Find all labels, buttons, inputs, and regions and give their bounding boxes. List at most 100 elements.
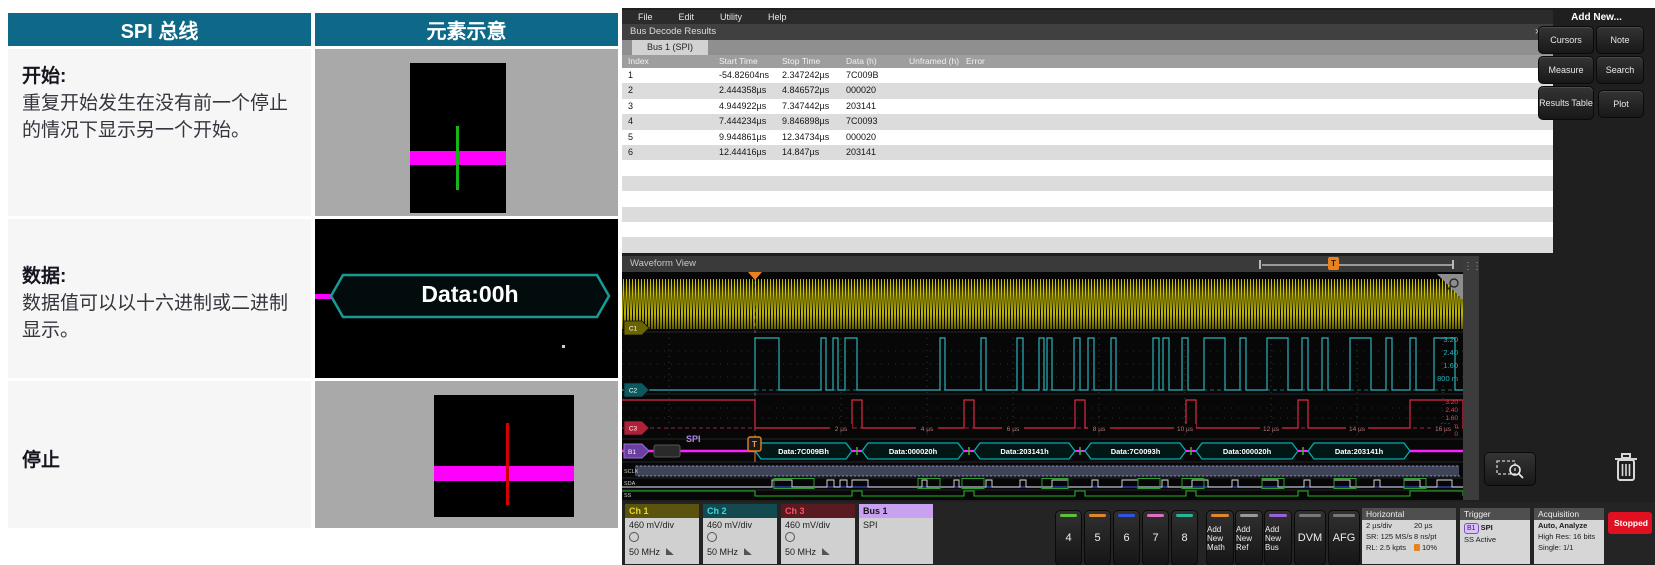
- table-row[interactable]: 34.944922µs7.347442µs203141: [622, 99, 1553, 114]
- add-new-plot-button[interactable]: Plot: [1598, 90, 1644, 118]
- waveform-plot[interactable]: 3.202.401.60800 m3.202.401.60800 m02 µs4…: [622, 272, 1463, 500]
- acquisition-title: Acquisition: [1534, 508, 1604, 520]
- spi-reference-table: SPI 总线 元素示意 开始: 重复开始发生在没有前一个停止的情况下显示另一个开…: [8, 13, 618, 528]
- table-row[interactable]: 22.444358µs4.846572µs000020: [622, 83, 1553, 98]
- table-row[interactable]: 1-54.82604ns2.347242µs7C009B: [622, 68, 1553, 83]
- add-new-cursors-button[interactable]: Cursors: [1538, 26, 1594, 54]
- column-header-data-h-[interactable]: Data (h): [846, 55, 877, 68]
- overview-trigger-pin[interactable]: T: [1328, 257, 1339, 270]
- waveform-view-window: Waveform View T 3.202.401.60800 m3.202.4…: [622, 256, 1463, 500]
- ch2-scale-label: 2.40: [1443, 348, 1458, 357]
- channel-badge-bus1[interactable]: Bus 1SPI: [859, 504, 933, 564]
- add-new-bus-button[interactable]: Add New Bus: [1264, 510, 1292, 565]
- cell: 203141: [846, 145, 876, 160]
- menu-item-edit[interactable]: Edit: [679, 12, 695, 22]
- zoom-box-magnifier-icon: [1495, 457, 1525, 479]
- data-symbol-diagram: Data:00h: [315, 219, 618, 378]
- channel-badge-name: Ch 3: [781, 504, 855, 518]
- afg-button[interactable]: AFG: [1328, 510, 1360, 565]
- probe-icon: [785, 532, 795, 542]
- add-new-note-button[interactable]: Note: [1596, 26, 1644, 54]
- channel-bandwidth: 50 MHz: [785, 546, 855, 559]
- menu-bar: File Edit Utility Help: [622, 10, 1553, 24]
- start-marker-line: [456, 126, 459, 190]
- table-row[interactable]: 59.944861µs12.34734µs000020: [622, 130, 1553, 145]
- dvm-button[interactable]: DVM: [1294, 510, 1326, 565]
- channel-6-button[interactable]: 6: [1113, 510, 1140, 565]
- horizontal-resolution: 8 ns/pt: [1414, 531, 1437, 542]
- cell: 7C0093: [846, 114, 878, 129]
- column-header-error[interactable]: Error: [966, 55, 985, 68]
- table-row[interactable]: 612.44416µs14.847µs203141: [622, 145, 1553, 160]
- add-new-ref-button[interactable]: Add New Ref: [1235, 510, 1263, 565]
- channel-badge-ch1[interactable]: Ch 1460 mV/div50 MHz: [625, 504, 699, 564]
- bus-decode-results-window: Bus Decode Results × Bus 1 (SPI) IndexSt…: [622, 24, 1553, 253]
- bandwidth-icon: [744, 548, 752, 555]
- bus-settings-pill: [654, 445, 680, 457]
- menu-item-utility[interactable]: Utility: [720, 12, 742, 22]
- add-new-measure-button[interactable]: Measure: [1538, 56, 1594, 84]
- channel-badge-name: Bus 1: [859, 504, 933, 518]
- tab-bus1-spi[interactable]: Bus 1 (SPI): [632, 40, 708, 55]
- ch3-scale-label: 2.40: [1445, 407, 1458, 414]
- channel-scale: SPI: [863, 519, 933, 532]
- menu-item-help[interactable]: Help: [768, 12, 787, 22]
- bandwidth-icon: [822, 548, 830, 555]
- stop-symbol-diagram: [315, 381, 618, 528]
- overview-slider[interactable]: [1262, 264, 1452, 266]
- channel-5-button[interactable]: 5: [1084, 510, 1111, 565]
- acquisition-count: Single: 1/1: [1534, 542, 1604, 553]
- add-new-math-button[interactable]: Add New Math: [1206, 510, 1234, 565]
- zoom-mode-button[interactable]: [1484, 452, 1536, 486]
- add-new-results-table-button[interactable]: Results Table: [1538, 86, 1594, 120]
- channel-color-strip: [1299, 514, 1321, 517]
- table-row[interactable]: 47.444234µs9.846898µs7C0093: [622, 114, 1553, 129]
- acquisition-mode: Auto, Analyze: [1534, 520, 1604, 531]
- panel-divider[interactable]: ⋮⋮: [1463, 256, 1479, 500]
- cell: 12.34734µs: [782, 130, 829, 145]
- decode-frame-label: Data:203141h: [1000, 447, 1049, 456]
- probe-icon: [629, 532, 639, 542]
- horizontal-panel[interactable]: Horizontal 2 µs/div20 µs SR: 125 MS/s8 n…: [1362, 508, 1456, 564]
- cell: 203141: [846, 99, 876, 114]
- column-header-unframed-h-[interactable]: Unframed (h): [909, 55, 959, 68]
- bottom-bar: Horizontal 2 µs/div20 µs SR: 125 MS/s8 n…: [622, 502, 1655, 565]
- stop-bus-line: [434, 466, 574, 481]
- channel-badge-ch2[interactable]: Ch 2460 mV/div50 MHz: [703, 504, 777, 564]
- stop-symbol-bg: [434, 395, 574, 517]
- trash-icon[interactable]: [1606, 450, 1646, 486]
- horizontal-position: 10%: [1422, 543, 1437, 552]
- channel-color-strip: [1060, 514, 1077, 517]
- channel-badge-label: C1: [629, 326, 638, 333]
- acquisition-panel[interactable]: Acquisition Auto, Analyze High Res: 16 b…: [1534, 508, 1604, 564]
- acquisition-resolution: High Res: 16 bits: [1534, 531, 1604, 542]
- trigger-panel[interactable]: Trigger B1 SPI SS Active: [1460, 508, 1530, 564]
- channel-badge-body: 460 mV/div50 MHz: [625, 518, 699, 559]
- channel-scale: 460 mV/div: [707, 519, 777, 532]
- column-header-start-time[interactable]: Start Time: [719, 55, 758, 68]
- column-header-index[interactable]: Index: [628, 55, 649, 68]
- cell: 2: [628, 83, 633, 98]
- trigger-flag-label: T: [752, 440, 757, 449]
- row-data-title: 数据:: [22, 263, 301, 290]
- channel-color-strip: [1240, 514, 1258, 517]
- channel-color-strip: [1147, 514, 1164, 517]
- overview-left-bracket[interactable]: [1259, 260, 1261, 269]
- channel-badge-ch3[interactable]: Ch 3460 mV/div50 MHz: [781, 504, 855, 564]
- add-new-search-button[interactable]: Search: [1596, 56, 1644, 84]
- decode-table-rows: 1-54.82604ns2.347242µs7C009B22.444358µs4…: [622, 68, 1553, 253]
- time-axis-label: 8 µs: [1093, 426, 1106, 433]
- column-header-stop-time[interactable]: Stop Time: [782, 55, 820, 68]
- channel-8-button[interactable]: 8: [1171, 510, 1198, 565]
- channel-7-button[interactable]: 7: [1142, 510, 1169, 565]
- run-stop-button[interactable]: Stopped: [1608, 512, 1652, 534]
- overview-right-bracket[interactable]: [1452, 260, 1454, 269]
- time-axis-label: 16 µs: [1435, 426, 1452, 433]
- menu-item-file[interactable]: File: [638, 12, 653, 22]
- channel-4-button[interactable]: 4: [1055, 510, 1082, 565]
- channel-color-strip: [1089, 514, 1106, 517]
- cell: 14.847µs: [782, 145, 819, 160]
- cell: 4.944922µs: [719, 99, 766, 114]
- divider-grip-icon[interactable]: ⋮⋮: [1463, 256, 1479, 270]
- table-row-empty: [622, 237, 1553, 252]
